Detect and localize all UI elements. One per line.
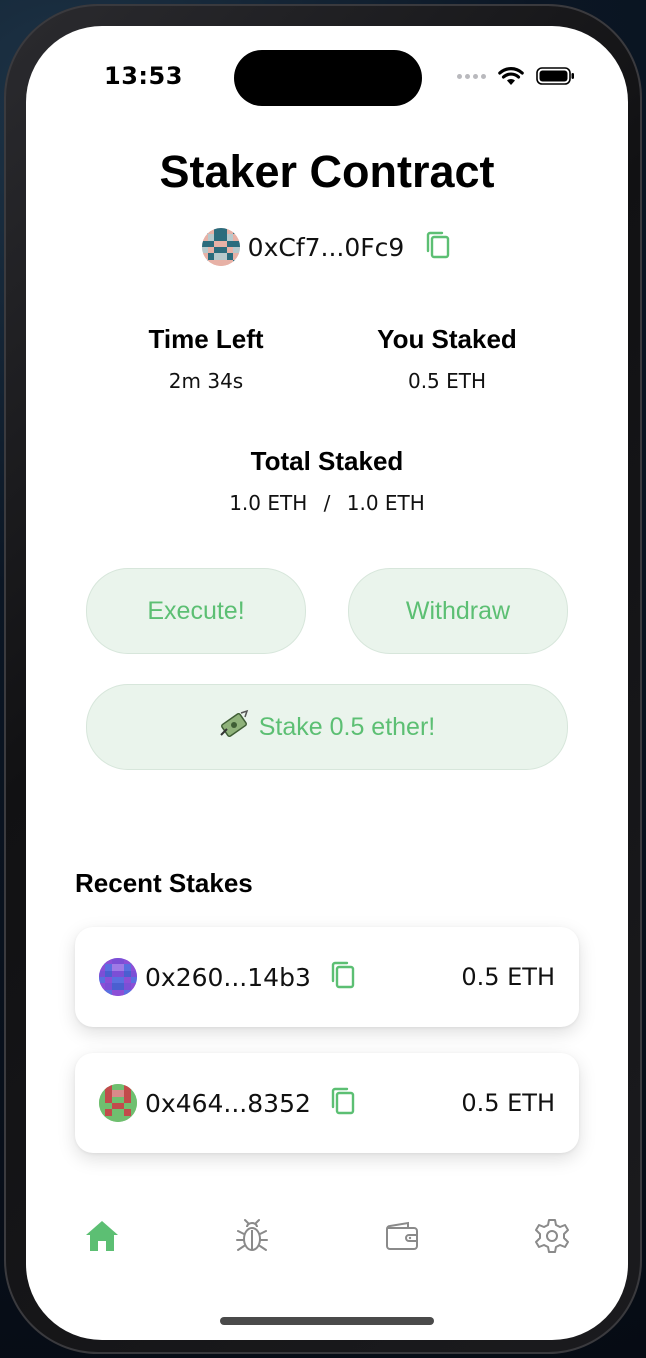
time-left-label: Time Left <box>148 324 264 354</box>
you-staked-value: 0.5 ETH <box>407 369 487 393</box>
total-staked-label: Total Staked <box>250 446 404 476</box>
staker-avatar <box>99 958 137 996</box>
execute-button-label: Execute! <box>147 596 245 625</box>
tab-settings[interactable] <box>532 1216 572 1256</box>
withdraw-button-label: Withdraw <box>405 596 511 625</box>
home-icon <box>86 1221 118 1251</box>
you-staked-stat: You Staked 0.5 ETH <box>347 324 547 393</box>
tab-debug[interactable] <box>232 1216 272 1256</box>
cellular-signal-icon <box>457 73 486 79</box>
contract-address: 0xCf7...0Fc9 <box>247 232 405 262</box>
stake-button[interactable]: Stake 0.5 ether! <box>86 684 568 770</box>
total-staked-stat: Total Staked 1.0 ETH / 1.0 ETH <box>177 446 477 515</box>
total-staked-separator: / <box>323 491 331 515</box>
threshold-value: 1.0 ETH <box>346 491 425 515</box>
copy-icon[interactable] <box>329 960 357 994</box>
time-left-value: 2m 34s <box>168 369 244 393</box>
staker-avatar <box>99 1084 137 1122</box>
total-staked-value: 1.0 ETH <box>229 491 308 515</box>
wallet-icon <box>386 1221 418 1250</box>
copy-icon[interactable] <box>424 230 452 264</box>
staker-address: 0x464...8352 <box>145 1088 311 1118</box>
recent-stakes-title: Recent Stakes <box>75 868 253 898</box>
bug-icon <box>236 1219 268 1251</box>
stake-button-label: Stake 0.5 ether! <box>258 712 436 741</box>
list-item: 0x464...8352 0.5 ETH <box>75 1053 579 1153</box>
time-left-stat: Time Left 2m 34s <box>116 324 296 393</box>
phone-frame: 13:53 Staker Contract 0xCf7...0Fc9 Time … <box>4 4 642 1354</box>
page-title: Staker Contract <box>159 146 495 197</box>
stake-amount: 0.5 ETH <box>461 963 555 991</box>
staker-address: 0x260...14b3 <box>145 962 311 992</box>
list-item: 0x260...14b3 0.5 ETH <box>75 927 579 1027</box>
contract-avatar <box>201 228 240 266</box>
you-staked-label: You Staked <box>377 324 517 354</box>
tab-bar <box>26 1216 628 1266</box>
stake-amount: 0.5 ETH <box>461 1089 555 1117</box>
dynamic-island <box>234 50 422 106</box>
execute-button[interactable]: Execute! <box>86 568 306 654</box>
app-screen: 13:53 Staker Contract 0xCf7...0Fc9 Time … <box>26 26 628 1340</box>
contract-address-row: 0xCf7...0Fc9 <box>26 228 628 266</box>
home-indicator[interactable] <box>220 1317 434 1325</box>
flying-money-icon <box>219 709 249 746</box>
gear-icon <box>535 1219 569 1253</box>
wifi-icon <box>498 67 524 85</box>
tab-wallet[interactable] <box>382 1216 422 1256</box>
tab-home[interactable] <box>82 1216 122 1256</box>
total-staked-value-row: 1.0 ETH / 1.0 ETH <box>177 491 477 515</box>
status-time: 13:53 <box>104 62 183 90</box>
copy-icon[interactable] <box>329 1086 357 1120</box>
battery-icon <box>536 67 574 85</box>
status-icons <box>457 66 576 86</box>
withdraw-button[interactable]: Withdraw <box>348 568 568 654</box>
